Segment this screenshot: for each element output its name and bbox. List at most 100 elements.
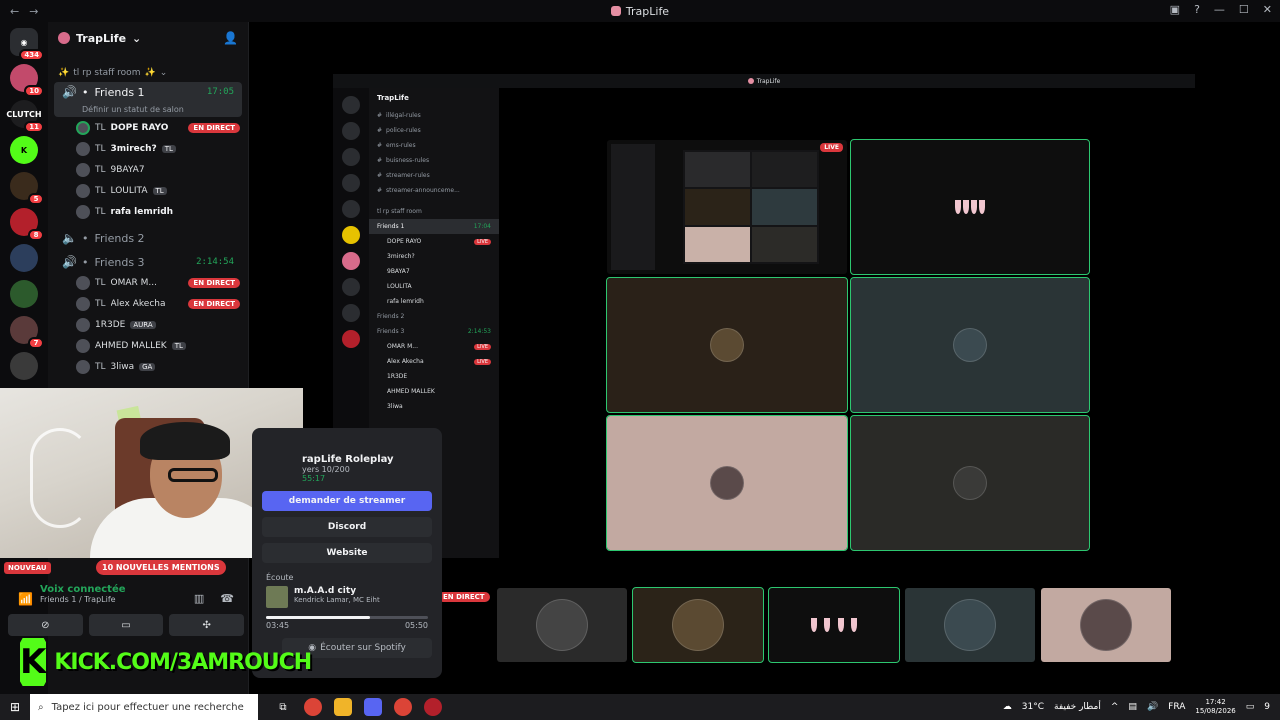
server-icon[interactable] xyxy=(10,352,38,380)
windows-start-icon[interactable]: ⊞ xyxy=(0,700,30,714)
server-icon[interactable]: 7 xyxy=(10,316,44,349)
voice-member[interactable]: TL OMAR M... EN DIRECT xyxy=(48,272,248,293)
cable-shape xyxy=(30,428,90,528)
voice-member[interactable]: TL rafa lemridh xyxy=(48,201,248,222)
inner-voice-friends1: Friends 1 17:04 xyxy=(369,219,499,234)
video-tile-screenshare: LIVE xyxy=(607,140,847,274)
nested-tile xyxy=(752,152,817,188)
inner-window-title: TrapLife xyxy=(756,77,781,85)
voice-member[interactable]: TL 3liwa GA xyxy=(48,356,248,377)
nested-tile xyxy=(685,226,750,262)
taskbar-search[interactable]: ⌕ Tapez ici pour effectuer une recherche xyxy=(30,694,258,720)
voice-member[interactable]: 1R3DE AURA xyxy=(48,314,248,335)
close-icon[interactable]: ✕ xyxy=(1263,3,1272,16)
file-explorer-icon[interactable] xyxy=(334,698,352,716)
participant-thumb[interactable] xyxy=(768,587,900,663)
voice-channel-name: Friends 1 xyxy=(94,85,145,99)
member-name: AHMED MALLEK xyxy=(95,340,167,351)
chrome-icon[interactable] xyxy=(394,698,412,716)
participant-thumb[interactable] xyxy=(905,588,1035,662)
home-button[interactable]: ◉ 434 xyxy=(10,28,44,61)
voice-member[interactable]: TL LOULITA TL xyxy=(48,180,248,201)
inner-member-name: 3liwa xyxy=(387,403,403,410)
clock[interactable]: 17:42 15/08/2026 xyxy=(1195,698,1235,716)
help-icon[interactable]: ? xyxy=(1194,3,1200,16)
participant-thumb[interactable] xyxy=(632,587,764,663)
weather-icon[interactable]: ☁ xyxy=(1003,702,1012,712)
server-icon[interactable] xyxy=(10,244,38,272)
inner-voice-friends2: Friends 2 xyxy=(369,309,499,324)
inner-text-channel: # police-rules xyxy=(369,123,499,138)
add-user-icon[interactable]: 👤 xyxy=(223,31,238,45)
inner-server-icon xyxy=(342,226,360,244)
discord-button[interactable]: Discord xyxy=(262,517,432,537)
chrome-icon[interactable] xyxy=(304,698,322,716)
chevron-up-icon[interactable]: ^ xyxy=(1111,702,1119,712)
obs-icon[interactable] xyxy=(424,698,442,716)
song-progress-bar xyxy=(266,616,428,619)
inner-category: tl rp staff room xyxy=(369,204,499,219)
minimize-icon[interactable]: — xyxy=(1214,3,1225,16)
song-title[interactable]: m.A.A.d city xyxy=(294,586,380,596)
inner-member-name: LOULITA xyxy=(387,283,412,290)
weather-temp[interactable]: 31°C xyxy=(1022,702,1044,712)
voice-member[interactable]: TL Alex Akecha EN DIRECT xyxy=(48,293,248,314)
activities-button[interactable]: ✣ xyxy=(169,614,245,636)
back-arrow-icon[interactable]: ← xyxy=(10,5,19,18)
nested-sidebar xyxy=(611,144,655,270)
voice-channel-friends-2[interactable]: 🔈 • Friends 2 xyxy=(54,228,242,248)
voice-member[interactable]: TL DOPE RAYO EN DIRECT xyxy=(48,117,248,138)
website-button[interactable]: Website xyxy=(262,543,432,563)
friends1-member-list: TL DOPE RAYO EN DIRECT TL 3mirech? TL TL 9BAYA7… xyxy=(48,117,248,222)
mentions-pill[interactable]: 10 NOUVELLES MENTIONS xyxy=(96,560,226,575)
screen-share-button[interactable]: ▭ xyxy=(88,614,164,636)
server-icon[interactable] xyxy=(10,280,38,308)
camera-off-icon: ⊘ xyxy=(41,619,50,631)
camera-off-button[interactable]: ⊘ xyxy=(8,614,83,636)
network-icon[interactable]: ▤ xyxy=(1128,702,1137,712)
signal-icon[interactable]: 📶 xyxy=(18,592,33,606)
participant-thumb[interactable] xyxy=(497,588,627,662)
discord-app-icon[interactable] xyxy=(364,698,382,716)
member-name: DOPE RAYO xyxy=(110,122,169,133)
noise-suppression-icon[interactable]: ▥ xyxy=(194,592,204,605)
member-prefix: TL xyxy=(95,185,106,196)
member-prefix: TL xyxy=(95,122,106,133)
voice-channel-friends-1[interactable]: 🔊 • Friends 1 17:05 Définir un statut de… xyxy=(54,82,242,117)
voice-member[interactable]: TL 3mirech? TL xyxy=(48,138,248,159)
volume-icon[interactable]: 🔊 xyxy=(1147,702,1158,712)
song-artist[interactable]: Kendrick Lamar, MC Eiht xyxy=(294,596,380,604)
server-icon[interactable]: 5 xyxy=(10,172,44,205)
server-icon[interactable]: 8 xyxy=(10,208,44,241)
language-indicator[interactable]: FRA xyxy=(1168,702,1185,712)
server-icon[interactable]: 10 xyxy=(10,64,44,97)
inner-member-name: 3mirech? xyxy=(387,253,415,260)
server-icon[interactable]: K xyxy=(10,136,38,164)
voice-member[interactable]: AHMED MALLEK TL xyxy=(48,335,248,356)
category-header[interactable]: ✨ tl rp staff room ✨ ⌄ xyxy=(48,54,248,82)
clock-date: 15/08/2026 xyxy=(1195,707,1236,715)
voice-member[interactable]: TL 9BAYA7 xyxy=(48,159,248,180)
task-view-icon[interactable]: ⧉ xyxy=(274,698,292,716)
shared-screen: TrapLife TrapLife # illégal-rules # police-… xyxy=(333,74,1195,662)
inbox-icon[interactable]: ▣ xyxy=(1170,3,1180,16)
weather-desc[interactable]: أمطار خفيفة xyxy=(1054,702,1101,712)
chevron-down-icon: ⌄ xyxy=(132,31,142,45)
server-icon[interactable]: CLUTCH 11 xyxy=(6,100,44,133)
video-tile-user xyxy=(606,277,848,413)
disconnect-icon[interactable]: ☎ xyxy=(220,592,234,605)
server-header[interactable]: TrapLife ⌄ 👤 xyxy=(48,22,248,54)
kick-url: KICK.COM/3AMROUCH xyxy=(54,649,312,675)
channel-status-hint[interactable]: Définir un statut de salon xyxy=(62,105,234,114)
avatar xyxy=(76,204,90,219)
ask-to-stream-button[interactable]: demander de streamer xyxy=(262,491,432,511)
voice-user-icon: • xyxy=(82,255,89,269)
maximize-icon[interactable]: ☐ xyxy=(1239,3,1249,16)
notifications-icon[interactable]: ▭ xyxy=(1246,702,1255,712)
inner-member: rafa lemridh xyxy=(369,294,499,309)
inner-live-badge: LIVE xyxy=(474,238,491,245)
voice-channel-friends-3[interactable]: 🔊 • Friends 3 2:14:54 xyxy=(54,252,242,272)
participant-thumb[interactable] xyxy=(1041,588,1171,662)
forward-arrow-icon[interactable]: → xyxy=(29,5,38,18)
user-avatar xyxy=(710,328,744,362)
